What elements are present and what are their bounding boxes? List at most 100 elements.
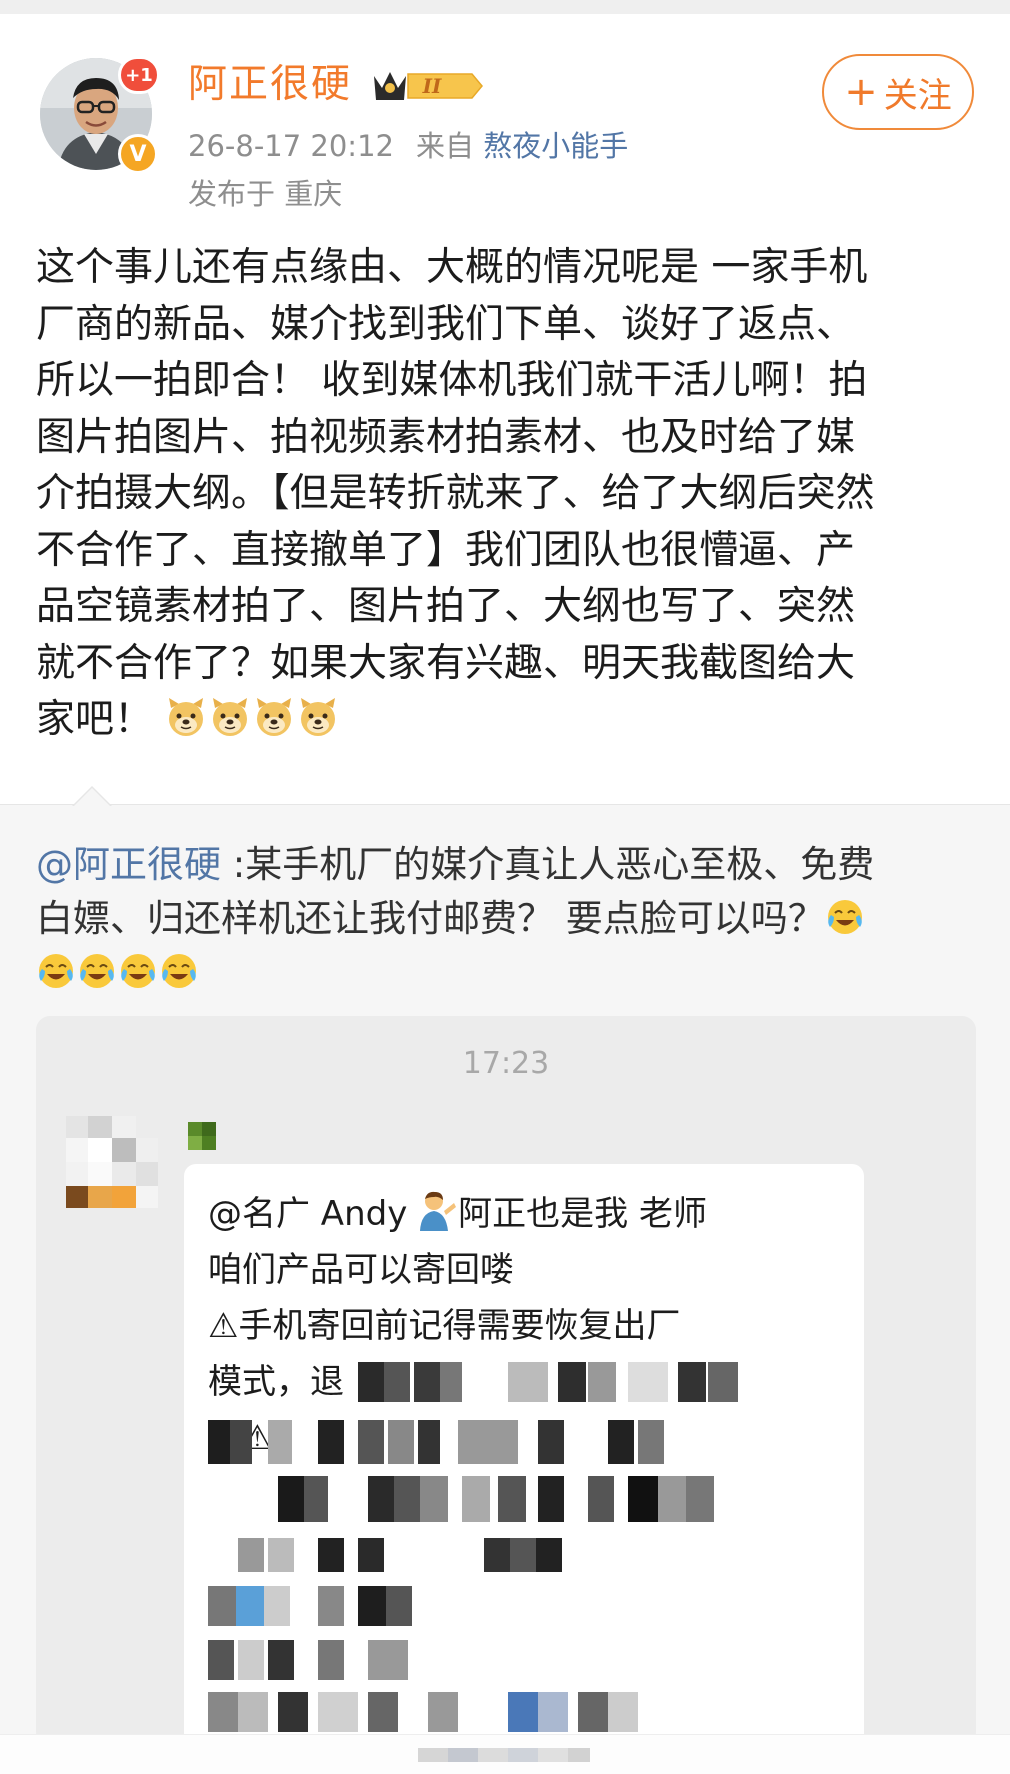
bubble-line: 咱们产品可以寄回喽 <box>208 1250 514 1290</box>
redaction-block <box>208 1640 234 1680</box>
doge-emoji-icon <box>169 698 204 736</box>
username[interactable]: 阿正很硬 <box>188 60 352 110</box>
post-line-text: 家吧！ <box>36 697 154 742</box>
top-strip <box>0 0 1010 14</box>
redaction-block <box>538 1420 564 1464</box>
redaction-block <box>358 1362 384 1402</box>
redaction-block <box>358 1538 384 1572</box>
repost-line <box>36 946 980 1000</box>
redaction-block <box>394 1476 420 1522</box>
redaction-block <box>384 1362 410 1402</box>
redaction-block <box>230 1420 252 1464</box>
repost-line: 白嫖、归还样机还让我付邮费？ 要点脸可以吗？ <box>36 892 980 946</box>
redaction-block <box>420 1476 448 1522</box>
chat-name-pixelated <box>188 1122 216 1150</box>
redaction-block <box>588 1476 614 1522</box>
redaction-block <box>428 1692 458 1732</box>
redaction-block <box>678 1362 706 1402</box>
redaction-block <box>318 1420 344 1464</box>
post-line: 所以一拍即合！ 收到媒体机我们就干活儿啊！拍 <box>36 358 868 403</box>
redaction-block <box>538 1476 564 1522</box>
repost-pointer-inner <box>74 788 110 806</box>
redaction-block <box>238 1538 264 1572</box>
redaction-block <box>686 1476 714 1522</box>
doge-emoji-icon <box>213 698 248 736</box>
redaction-block <box>268 1640 294 1680</box>
redaction-block <box>208 1692 238 1732</box>
doge-emoji-group <box>165 697 341 742</box>
redaction-block <box>628 1476 658 1522</box>
bubble-line: @名广 Andy 阿正也是我 老师 <box>208 1186 707 1242</box>
laugh-cry-emoji-group <box>36 951 200 994</box>
mention-link[interactable]: @阿正很硬 <box>36 843 221 886</box>
redaction-block <box>318 1692 358 1732</box>
level-text: II <box>422 74 442 98</box>
chat-time: 17:23 <box>462 1046 550 1081</box>
verified-icon: V <box>118 134 158 174</box>
pixelated-redaction <box>208 1362 738 1732</box>
redaction-block <box>440 1362 462 1402</box>
follow-button[interactable]: + 关注 <box>822 54 974 130</box>
chat-screenshot[interactable]: 17:23 @名广 Andy 阿正也是我 老师 咱们产品可以寄回喽 ⚠手机寄回前… <box>36 1016 976 1746</box>
repost-line-text: 白嫖、归还样机还让我付邮费？ 要点脸可以吗？ <box>36 897 825 940</box>
redaction-block <box>386 1586 412 1626</box>
redaction-block <box>236 1586 264 1626</box>
chat-bubble: @名广 Andy 阿正也是我 老师 咱们产品可以寄回喽 ⚠手机寄回前记得需要恢复… <box>184 1164 864 1746</box>
redaction-block <box>358 1420 384 1464</box>
redaction-block <box>238 1640 264 1680</box>
post-location: 发布于 重庆 <box>188 177 343 211</box>
post-line: 介拍摄大纲。【但是转折就来了、给了大纲后突然 <box>36 471 875 516</box>
redaction-block <box>278 1692 308 1732</box>
redaction-block <box>658 1476 686 1522</box>
repost-line: @阿正很硬 :某手机厂的媒介真让人恶心至极、免费 <box>36 838 980 892</box>
laugh-cry-emoji-icon <box>162 954 196 988</box>
redaction-block <box>608 1420 634 1464</box>
watermark-pixelated <box>418 1748 590 1762</box>
laugh-cry-emoji-group <box>825 897 866 940</box>
redaction-block <box>484 1538 510 1572</box>
redaction-block <box>536 1538 562 1572</box>
redaction-block <box>638 1420 664 1464</box>
redaction-block <box>268 1420 292 1464</box>
redaction-block <box>588 1362 616 1402</box>
redaction-block <box>208 1420 230 1464</box>
redaction-block <box>414 1362 440 1402</box>
redaction-block <box>508 1692 538 1732</box>
redaction-block <box>318 1640 344 1680</box>
redaction-block <box>498 1476 526 1522</box>
redaction-block <box>368 1476 396 1522</box>
redaction-block <box>510 1538 536 1572</box>
redaction-block <box>558 1362 586 1402</box>
redaction-block <box>208 1586 236 1626</box>
redaction-block <box>708 1362 738 1402</box>
man-tipping-hand-icon <box>420 1191 457 1231</box>
laugh-cry-emoji-icon <box>80 954 114 988</box>
avatar[interactable]: +1 V <box>40 56 160 174</box>
bubble-line-text: 阿正也是我 老师 <box>458 1194 707 1234</box>
repost-line-text: :某手机厂的媒介真让人恶心至极、免费 <box>221 843 875 886</box>
post-last-line: 家吧！ <box>36 692 980 749</box>
bubble-mention: @名广 Andy <box>208 1194 419 1234</box>
redaction-block <box>508 1362 548 1402</box>
post-line: 图片拍图片、拍视频素材拍素材、也及时给了媒 <box>36 414 856 460</box>
doge-emoji-icon <box>301 698 336 736</box>
laugh-cry-emoji-icon <box>121 954 155 988</box>
redaction-block <box>462 1476 490 1522</box>
redaction-block <box>538 1692 568 1732</box>
repost-text: @阿正很硬 :某手机厂的媒介真让人恶心至极、免费 白嫖、归还样机还让我付邮费？ … <box>36 838 980 1000</box>
redaction-block <box>318 1586 344 1626</box>
redaction-block <box>264 1586 290 1626</box>
source-prefix: 来自 <box>415 129 474 163</box>
level-badge-icon[interactable]: II <box>372 66 484 106</box>
redaction-block <box>628 1362 668 1402</box>
post-line: 厂商的新品、媒介找到我们下单、谈好了返点、 <box>36 301 856 347</box>
redaction-block <box>238 1692 268 1732</box>
follow-label: 关注 <box>883 75 952 116</box>
redaction-block <box>388 1420 414 1464</box>
redaction-block <box>418 1420 440 1464</box>
post-body: 这个事儿还有点缘由、大概的情况呢是 一家手机 厂商的新品、媒介找到我们下单、谈好… <box>36 240 980 749</box>
redaction-block <box>458 1420 518 1464</box>
post-meta: 26-8-17 20:12 来自 熬夜小能手 <box>188 126 628 166</box>
source-link[interactable]: 熬夜小能手 <box>483 129 628 163</box>
bubble-line: ⚠手机寄回前记得需要恢复出厂 <box>208 1306 681 1346</box>
